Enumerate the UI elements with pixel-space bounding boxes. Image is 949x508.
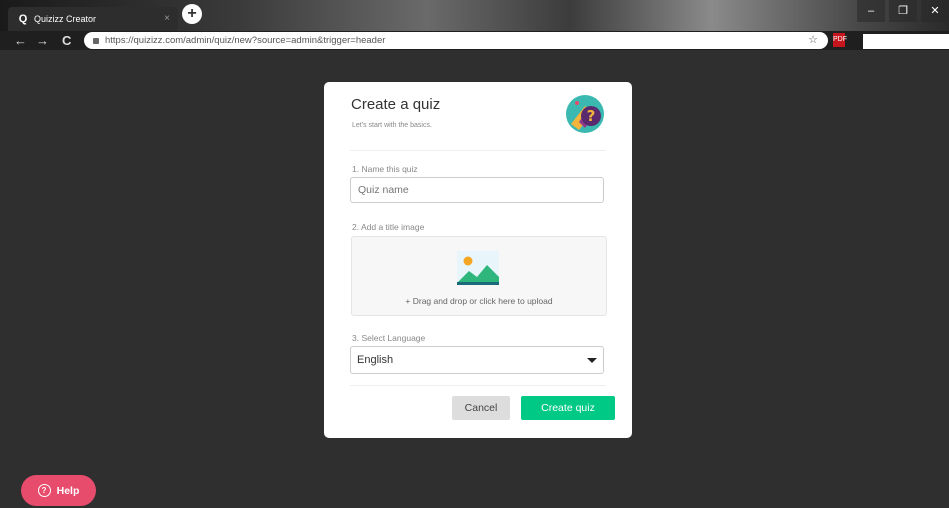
- step2-label: 2. Add a title image: [352, 222, 425, 232]
- quizizz-favicon-icon: Q: [18, 13, 28, 25]
- tab-close-icon[interactable]: ×: [164, 13, 170, 24]
- image-placeholder-icon: [457, 251, 499, 285]
- help-question-icon: ?: [37, 484, 51, 497]
- browser-toolbar: ← → C https://quizizz.com/admin/quiz/new…: [0, 31, 949, 50]
- footer-divider: [350, 385, 606, 386]
- help-label: Help: [56, 484, 80, 497]
- back-arrow-icon[interactable]: ←: [14, 31, 27, 50]
- step3-label: 3. Select Language: [352, 333, 426, 343]
- reload-icon[interactable]: C: [62, 31, 71, 50]
- close-window-button[interactable]: ✕: [921, 0, 949, 22]
- browser-titlebar: Q Quizizz Creator × + – ❐ ✕: [0, 0, 949, 31]
- bookmark-star-icon[interactable]: ☆: [808, 33, 818, 46]
- quiz-question-icon: ?: [566, 95, 604, 133]
- url-text: https://quizizz.com/admin/quiz/new?sourc…: [105, 35, 386, 46]
- help-button[interactable]: ? Help: [21, 475, 96, 506]
- modal-title: Create a quiz: [351, 96, 441, 113]
- cancel-button[interactable]: Cancel: [452, 396, 510, 420]
- new-tab-button[interactable]: +: [182, 4, 202, 24]
- language-select[interactable]: English: [350, 346, 604, 374]
- title-image-upload[interactable]: + Drag and drop or click here to upload: [351, 236, 607, 316]
- language-value: English: [357, 354, 394, 366]
- pdf-extension-icon[interactable]: PDF: [833, 33, 847, 47]
- modal-subtitle: Let's start with the basics.: [352, 122, 432, 129]
- lock-icon: [93, 37, 99, 44]
- quiz-name-input[interactable]: [350, 177, 604, 203]
- restore-button[interactable]: ❐: [889, 0, 917, 22]
- forward-arrow-icon[interactable]: →: [36, 31, 49, 50]
- header-divider: [350, 150, 606, 151]
- address-bar[interactable]: https://quizizz.com/admin/quiz/new?sourc…: [84, 32, 828, 49]
- tab-title: Quizizz Creator: [34, 14, 97, 24]
- minimize-button[interactable]: –: [857, 0, 885, 22]
- window-controls: – ❐ ✕: [853, 0, 949, 22]
- chevron-down-icon: [587, 358, 597, 363]
- upload-text: + Drag and drop or click here to upload: [405, 296, 553, 306]
- create-quiz-modal: Create a quiz Let's start with the basic…: [324, 82, 632, 438]
- svg-text:?: ?: [587, 107, 596, 125]
- create-quiz-button[interactable]: Create quiz: [521, 396, 615, 420]
- step1-label: 1. Name this quiz: [352, 164, 418, 174]
- browser-tab[interactable]: Q Quizizz Creator ×: [8, 7, 178, 31]
- extension-area: [863, 34, 949, 49]
